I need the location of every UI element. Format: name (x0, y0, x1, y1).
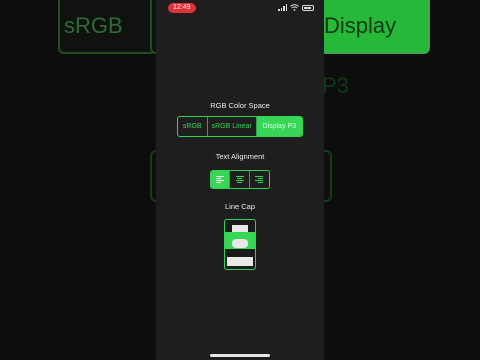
text-alignment-segmented-control (210, 170, 270, 189)
color-space-option-srgb-linear[interactable]: sRGB Linear (208, 117, 257, 136)
align-left-icon (216, 176, 225, 183)
home-indicator[interactable] (210, 354, 270, 357)
status-icons (278, 4, 314, 11)
line-cap-square-icon (227, 257, 253, 266)
color-space-segmented-control: sRGB sRGB Linear Display P3 (177, 116, 303, 137)
align-right-icon (255, 176, 264, 183)
phone-screen: 12:49 RGB Color Space sRGB sRGB Linear D… (156, 0, 324, 360)
status-time: 12:49 (168, 3, 196, 13)
wifi-icon (290, 4, 299, 11)
text-alignment-title: Text Alignment (215, 152, 265, 161)
cellular-signal-icon (278, 4, 287, 11)
line-cap-title: Line Cap (224, 202, 256, 211)
status-bar: 12:49 (156, 0, 324, 16)
align-right-button[interactable] (250, 171, 269, 188)
align-center-button[interactable] (230, 171, 250, 188)
align-center-icon (235, 176, 244, 183)
color-space-title: RGB Color Space (210, 101, 270, 110)
line-cap-round-icon (232, 239, 248, 248)
background-srgb-label: sRGB (58, 0, 156, 54)
battery-icon (302, 4, 314, 11)
line-cap-selector[interactable] (224, 219, 256, 270)
color-space-option-srgb[interactable]: sRGB (178, 117, 208, 136)
background-display-p3-label: Display P3 (320, 0, 430, 98)
color-space-option-display-p3[interactable]: Display P3 (256, 117, 302, 136)
align-left-button[interactable] (211, 171, 231, 188)
